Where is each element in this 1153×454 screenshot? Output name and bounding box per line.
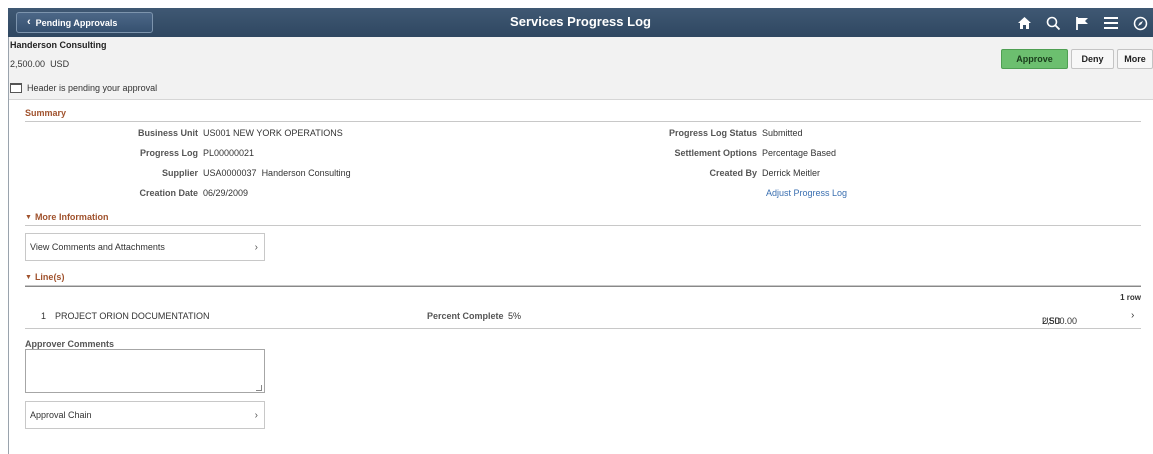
more-information-title: More Information bbox=[34, 212, 109, 222]
summary-section-header: Summary bbox=[25, 108, 1141, 122]
view-comments-attachments-label: View Comments and Attachments bbox=[30, 242, 165, 252]
line-description: PROJECT ORION DOCUMENTATION bbox=[55, 311, 210, 321]
menu-icon[interactable] bbox=[1098, 13, 1124, 33]
collapse-triangle-icon: ▼ bbox=[25, 273, 32, 281]
more-button[interactable]: More bbox=[1117, 49, 1153, 69]
deny-button[interactable]: Deny bbox=[1071, 49, 1114, 69]
header-amount-value: 2,500.00 bbox=[10, 59, 46, 69]
chevron-right-icon: › bbox=[254, 409, 258, 421]
creation-date-label: Creation Date bbox=[139, 188, 198, 198]
header-amount-currency: USD bbox=[50, 59, 70, 69]
chevron-right-icon: › bbox=[254, 241, 258, 253]
header-area: Handerson Consulting 2,500.00 USD Header… bbox=[9, 37, 1153, 100]
created-by-value: Derrick Meitler bbox=[762, 168, 821, 178]
header-amount: 2,500.00 USD bbox=[10, 59, 69, 69]
line-amount-currency: USD bbox=[1042, 316, 1062, 326]
more-information-section-header[interactable]: ▼ More Information bbox=[25, 212, 1141, 226]
document-header-icon bbox=[10, 83, 22, 93]
compass-icon[interactable] bbox=[1127, 13, 1153, 33]
business-unit-label: Business Unit bbox=[137, 128, 198, 138]
settlement-options-value: Percentage Based bbox=[762, 148, 837, 158]
creation-date-value: 06/29/2009 bbox=[203, 188, 249, 198]
percent-complete-value: 5% bbox=[508, 311, 522, 321]
line-number: 1 bbox=[41, 311, 47, 321]
progress-log-label: Progress Log bbox=[139, 148, 198, 158]
flag-icon[interactable] bbox=[1069, 13, 1095, 33]
approver-comments-label: Approver Comments bbox=[25, 339, 115, 349]
home-icon[interactable] bbox=[1011, 13, 1037, 33]
percent-complete-label: Percent Complete bbox=[427, 311, 504, 321]
view-comments-attachments-link[interactable]: View Comments and Attachments › bbox=[25, 233, 265, 261]
lines-row-count: 1 row bbox=[1120, 293, 1141, 302]
supplier-label: Supplier bbox=[161, 168, 198, 178]
page-title: Services Progress Log bbox=[510, 14, 651, 29]
approval-chain-link[interactable]: Approval Chain › bbox=[25, 401, 265, 429]
chevron-right-icon[interactable]: › bbox=[1131, 310, 1134, 321]
approver-comments-input[interactable] bbox=[25, 349, 265, 393]
supplier-name: Handerson Consulting bbox=[261, 168, 351, 178]
supplier-value: USA0000037 Handerson Consulting bbox=[203, 168, 351, 178]
summary-title: Summary bbox=[25, 108, 67, 118]
collapse-triangle-icon: ▼ bbox=[25, 213, 32, 221]
settlement-options-label: Settlement Options bbox=[674, 148, 757, 158]
search-icon[interactable] bbox=[1040, 13, 1066, 33]
adjust-progress-log-link[interactable]: Adjust Progress Log bbox=[766, 188, 847, 198]
banner-nav-icons bbox=[1008, 13, 1153, 33]
line-row[interactable]: 1 PROJECT ORION DOCUMENTATION Percent Co… bbox=[25, 306, 1141, 329]
pending-approval-text: Header is pending your approval bbox=[27, 83, 158, 93]
header-supplier-name: Handerson Consulting bbox=[10, 40, 107, 50]
progress-log-status-value: Submitted bbox=[762, 128, 803, 138]
pending-approval-row: Header is pending your approval bbox=[10, 83, 157, 93]
lines-grid-top-border bbox=[25, 286, 1141, 287]
textarea-resize-grip[interactable] bbox=[256, 385, 262, 391]
approve-button[interactable]: Approve bbox=[1001, 49, 1068, 69]
lines-section-header[interactable]: ▼ Line(s) bbox=[25, 272, 1141, 286]
supplier-id: USA0000037 bbox=[203, 168, 257, 178]
progress-log-status-label: Progress Log Status bbox=[668, 128, 757, 138]
progress-log-value: PL00000021 bbox=[203, 148, 255, 158]
approval-chain-label: Approval Chain bbox=[30, 410, 92, 420]
created-by-label: Created By bbox=[709, 168, 757, 178]
top-banner: ‹ Pending Approvals Services Progress Lo… bbox=[8, 8, 1153, 37]
business-unit-value: US001 NEW YORK OPERATIONS bbox=[203, 128, 343, 138]
lines-title: Line(s) bbox=[34, 272, 65, 282]
